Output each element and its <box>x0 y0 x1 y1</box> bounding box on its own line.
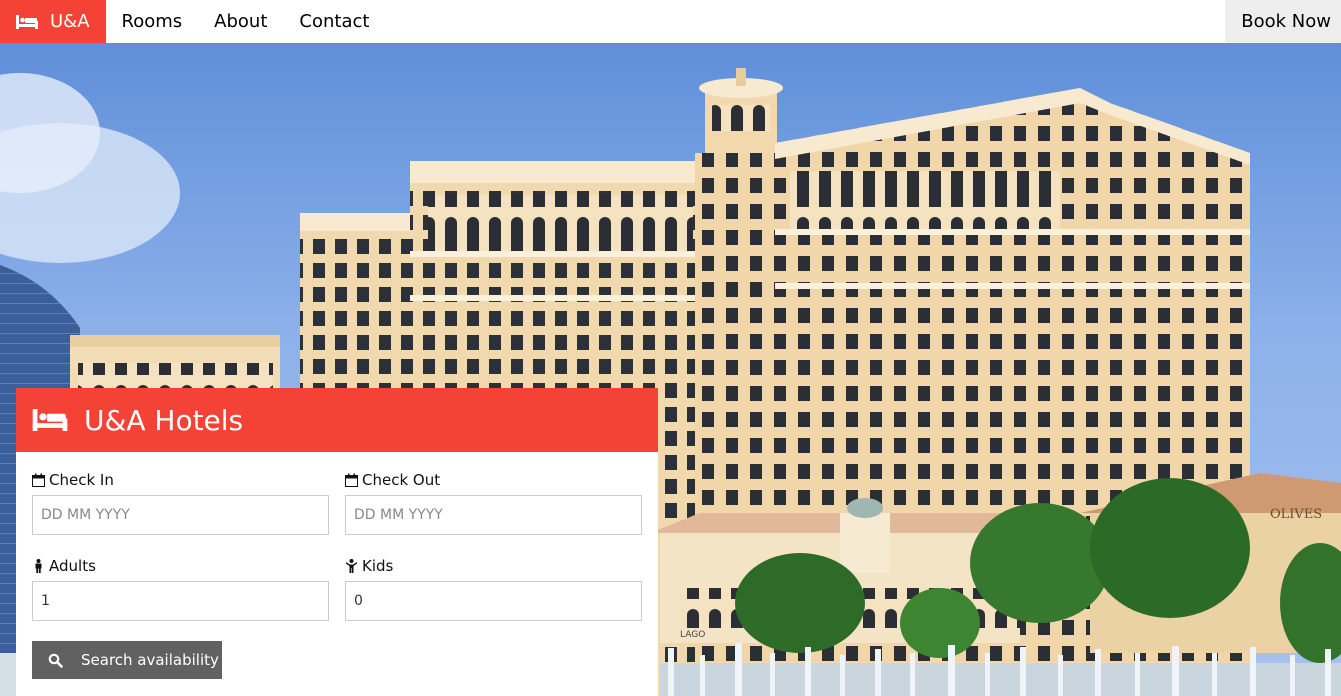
male-icon <box>35 559 42 573</box>
adults-label: Adults <box>49 557 96 575</box>
kids-label: Kids <box>362 557 394 575</box>
search-icon <box>48 653 63 668</box>
nav-link-label: About <box>214 11 268 32</box>
booking-card: U&A Hotels Check In DD MM YYYY Check Out <box>16 388 658 696</box>
check-out-label-row: Check Out <box>345 471 642 489</box>
kids-field: Kids 0 <box>345 557 642 621</box>
olives-sign: OLIVES <box>1270 507 1322 522</box>
kids-label-row: Kids <box>345 557 642 575</box>
search-button-label: Search availability <box>81 651 219 669</box>
book-now-link[interactable]: Book Now <box>1225 0 1341 43</box>
check-in-field: Check In DD MM YYYY <box>32 471 329 535</box>
booking-card-title: U&A Hotels <box>84 403 244 437</box>
top-navbar: U&A Rooms About Contact Book Now <box>0 0 1341 43</box>
kids-input[interactable]: 0 <box>345 581 642 621</box>
child-icon <box>346 559 357 573</box>
nav-link-rooms[interactable]: Rooms <box>106 0 199 43</box>
nav-link-about[interactable]: About <box>198 0 283 43</box>
check-out-input[interactable]: DD MM YYYY <box>345 495 642 535</box>
lago-sign: LAGO <box>680 630 705 640</box>
bed-icon <box>32 409 68 431</box>
adults-label-row: Adults <box>32 557 329 575</box>
check-out-field: Check Out DD MM YYYY <box>345 471 642 535</box>
search-availability-button[interactable]: Search availability <box>32 641 222 679</box>
adults-field: Adults 1 <box>32 557 329 621</box>
book-now-label: Book Now <box>1241 11 1331 32</box>
brand-link[interactable]: U&A <box>0 0 106 43</box>
adults-input[interactable]: 1 <box>32 581 329 621</box>
bed-icon <box>16 14 38 29</box>
check-in-label-row: Check In <box>32 471 329 489</box>
calendar-icon <box>32 473 45 487</box>
nav-link-contact[interactable]: Contact <box>283 0 385 43</box>
brand-label: U&A <box>50 11 90 32</box>
check-in-input[interactable]: DD MM YYYY <box>32 495 329 535</box>
booking-card-header: U&A Hotels <box>16 388 658 452</box>
check-in-label: Check In <box>49 471 114 489</box>
check-out-label: Check Out <box>362 471 441 489</box>
nav-link-label: Rooms <box>121 11 183 32</box>
calendar-icon <box>345 473 358 487</box>
nav-link-label: Contact <box>299 11 370 32</box>
